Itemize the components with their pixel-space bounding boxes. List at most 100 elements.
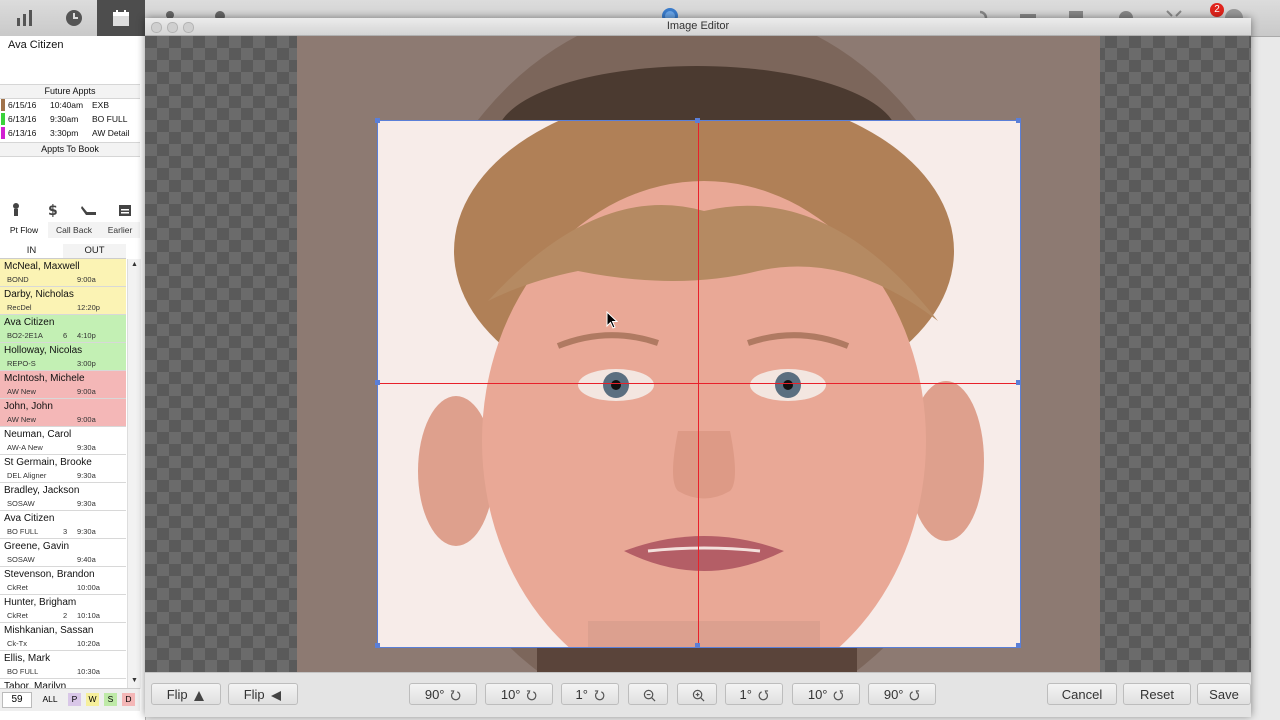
rotate-ccw-icon (527, 690, 537, 701)
clock-icon[interactable] (62, 6, 86, 30)
rotate-cw-90-label: 90° (883, 687, 904, 702)
patient-list-scrollbar[interactable]: ▲ ▼ (127, 259, 141, 689)
rotate-cw-icon (758, 690, 768, 701)
appt-color-bar (1, 113, 5, 125)
appt-type: AW Detail (92, 128, 130, 138)
tab-earlier[interactable]: Earlier (100, 222, 140, 238)
list-item[interactable]: Holloway, Nicolas REPO-S 3:00p (0, 343, 126, 371)
list-item[interactable]: Greene, Gavin SOSAW 9:40a (0, 539, 126, 567)
appt-type: RecDel (7, 303, 32, 312)
list-item[interactable]: Neuman, Carol AW-A New 9:30a (0, 427, 126, 455)
rotate-ccw-1-button[interactable]: 1° (561, 683, 619, 705)
appt-type: BO FULL (7, 667, 39, 676)
calendar-list-icon[interactable] (117, 202, 133, 218)
zoom-out-button[interactable] (628, 683, 668, 705)
appt-type: AW New (7, 387, 36, 396)
tab-call-back[interactable]: Call Back (48, 222, 101, 238)
out-tab[interactable]: OUT (63, 244, 126, 258)
rotate-ccw-10-button[interactable]: 10° (485, 683, 553, 705)
list-item[interactable]: Mishkanian, Sassan Ck-Tx 10:20a (0, 623, 126, 651)
appt-type: EXB (92, 100, 110, 110)
patient-name: McNeal, Maxwell (4, 261, 80, 272)
list-item[interactable]: Ellis, Mark BO FULL 10:30a (0, 651, 126, 679)
list-item[interactable]: John, John AW New 9:00a (0, 399, 126, 427)
crop-handle-bottom-left[interactable] (375, 643, 380, 648)
filter-all[interactable]: ALL (38, 693, 62, 706)
scroll-down-icon[interactable]: ▼ (131, 677, 138, 684)
appt-type: CkRet (7, 583, 28, 592)
rotate-ccw-1-label: 1° (575, 687, 588, 702)
crop-handle-top-left[interactable] (375, 118, 380, 123)
crop-handle-right[interactable] (1016, 380, 1021, 385)
list-item[interactable]: Ava Citizen BO2-2E1A 6 4:10p (0, 315, 126, 343)
horizontal-guide-line[interactable] (378, 383, 1020, 384)
save-button[interactable]: Save (1197, 683, 1251, 705)
future-appt-row[interactable]: 6/13/16 3:30pm AW Detail (0, 126, 140, 140)
calendar-tab-active[interactable] (97, 0, 145, 36)
patient-name: John, John (4, 401, 53, 412)
appt-time: 4:10p (77, 331, 96, 340)
appt-type: DEL Aligner (7, 471, 47, 480)
list-item[interactable]: Ava Citizen BO FULL 3 9:30a (0, 511, 126, 539)
reset-button[interactable]: Reset (1123, 683, 1191, 705)
list-item[interactable]: Stevenson, Brandon CkRet 10:00a (0, 567, 126, 595)
image-canvas[interactable] (145, 36, 1251, 672)
rotate-cw-1-button[interactable]: 1° (725, 683, 783, 705)
patient-name: Mishkanian, Sassan (4, 625, 94, 636)
crop-handle-bottom-right[interactable] (1016, 643, 1021, 648)
crop-handle-bottom[interactable] (695, 643, 700, 648)
crop-handle-top-right[interactable] (1016, 118, 1021, 123)
appt-time: 10:10a (77, 611, 100, 620)
appt-type: Ck-Tx (7, 639, 27, 648)
filter-w[interactable]: W (86, 693, 99, 706)
rotate-cw-10-button[interactable]: 10° (792, 683, 860, 705)
stats-icon[interactable] (13, 6, 37, 30)
tab-pt-flow[interactable]: Pt Flow (0, 222, 49, 238)
appt-color-bar (1, 99, 5, 111)
chair-number: 2 (63, 611, 68, 620)
vertical-guide-line[interactable] (698, 121, 699, 647)
flip-vertical-icon (194, 690, 205, 701)
flip-vertical-label: Flip (166, 687, 188, 702)
crop-handle-top[interactable] (695, 118, 700, 123)
rotate-ccw-90-button[interactable]: 90° (409, 683, 477, 705)
patient-name: Holloway, Nicolas (4, 345, 83, 356)
patient-name: Hunter, Brigham (4, 597, 77, 608)
appts-to-book-header: Appts To Book (0, 142, 140, 157)
list-item[interactable]: McIntosh, Michele AW New 9:00a (0, 371, 126, 399)
patient-name: Ellis, Mark (4, 653, 51, 664)
zoom-in-button[interactable] (677, 683, 717, 705)
patient-flow-icon[interactable] (9, 202, 25, 218)
list-item[interactable]: St Germain, Brooke DEL Aligner 9:30a (0, 455, 126, 483)
filter-d[interactable]: D (122, 693, 135, 706)
flip-horizontal-button[interactable]: Flip (228, 683, 298, 705)
scroll-up-icon[interactable]: ▲ (131, 261, 138, 268)
appt-time: 9:30am (50, 114, 79, 124)
crop-handle-left[interactable] (375, 380, 380, 385)
list-item[interactable]: Hunter, Brigham CkRet 2 10:10a (0, 595, 126, 623)
list-item[interactable]: Darby, Nicholas RecDel 12:20p (0, 287, 126, 315)
list-item[interactable]: McNeal, Maxwell BOND 9:00a (0, 259, 126, 287)
cancel-button[interactable]: Cancel (1047, 683, 1117, 705)
window-titlebar: Image Editor (145, 18, 1251, 36)
crop-selection[interactable] (377, 120, 1021, 648)
flip-vertical-button[interactable]: Flip (151, 683, 221, 705)
action-tabs: Pt Flow Call Back Earlier (0, 222, 140, 238)
in-tab[interactable]: IN (0, 244, 63, 258)
in-out-header: IN OUT (0, 244, 126, 259)
appt-type: BO2-2E1A (7, 331, 43, 340)
future-appt-row[interactable]: 6/15/16 10:40am EXB (0, 98, 140, 112)
appt-time: 10:30a (77, 667, 100, 676)
appt-time: 10:00a (77, 583, 100, 592)
patient-name: Bradley, Jackson (4, 485, 80, 496)
appt-time: 9:00a (77, 415, 96, 424)
list-item[interactable]: Bradley, Jackson SOSAW 9:30a (0, 483, 126, 511)
dollar-icon[interactable]: $ (45, 202, 61, 218)
future-appt-row[interactable]: 6/13/16 9:30am BO FULL (0, 112, 140, 126)
filter-p[interactable]: P (68, 693, 81, 706)
appt-time: 3:00p (77, 359, 96, 368)
filter-s[interactable]: S (104, 693, 117, 706)
appt-type: CkRet (7, 611, 28, 620)
recliner-chair-icon[interactable] (80, 202, 98, 218)
rotate-cw-90-button[interactable]: 90° (868, 683, 936, 705)
